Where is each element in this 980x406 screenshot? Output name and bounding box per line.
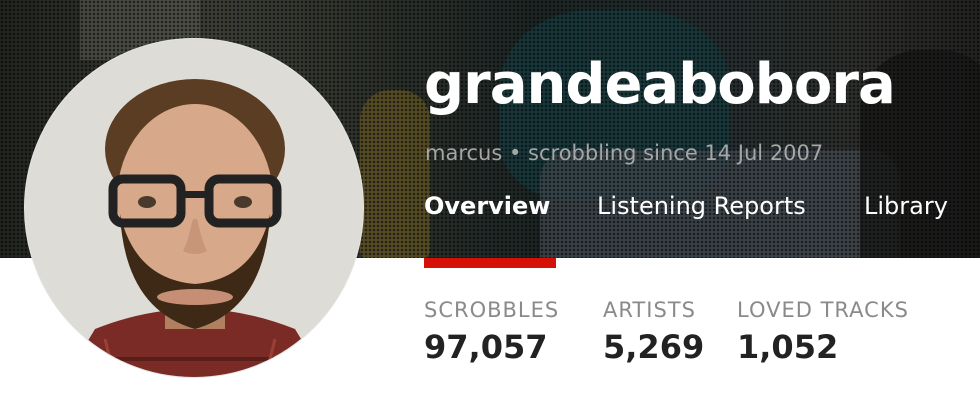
stat-loved-tracks[interactable]: LOVED TRACKS 1,052 [737, 298, 909, 366]
stat-value: 97,057 [424, 328, 548, 366]
stat-label: LOVED TRACKS [737, 298, 909, 322]
avatar[interactable] [24, 38, 364, 378]
profile-meta: marcus • scrobbling since 14 Jul 2007 [425, 141, 824, 165]
tab-overview[interactable]: Overview [424, 192, 550, 220]
profile-username: grandeabobora [424, 52, 896, 117]
stat-label: ARTISTS [603, 298, 696, 322]
stat-scrobbles[interactable]: SCROBBLES 97,057 [424, 298, 559, 366]
tab-library[interactable]: Library [864, 192, 948, 220]
avatar-image [25, 39, 363, 377]
stat-value: 5,269 [603, 328, 705, 366]
stat-artists[interactable]: ARTISTS 5,269 [603, 298, 704, 366]
active-tab-indicator [424, 258, 556, 268]
stat-value: 1,052 [737, 328, 839, 366]
stat-label: SCROBBLES [424, 298, 560, 322]
tab-listening-reports[interactable]: Listening Reports [597, 192, 806, 220]
